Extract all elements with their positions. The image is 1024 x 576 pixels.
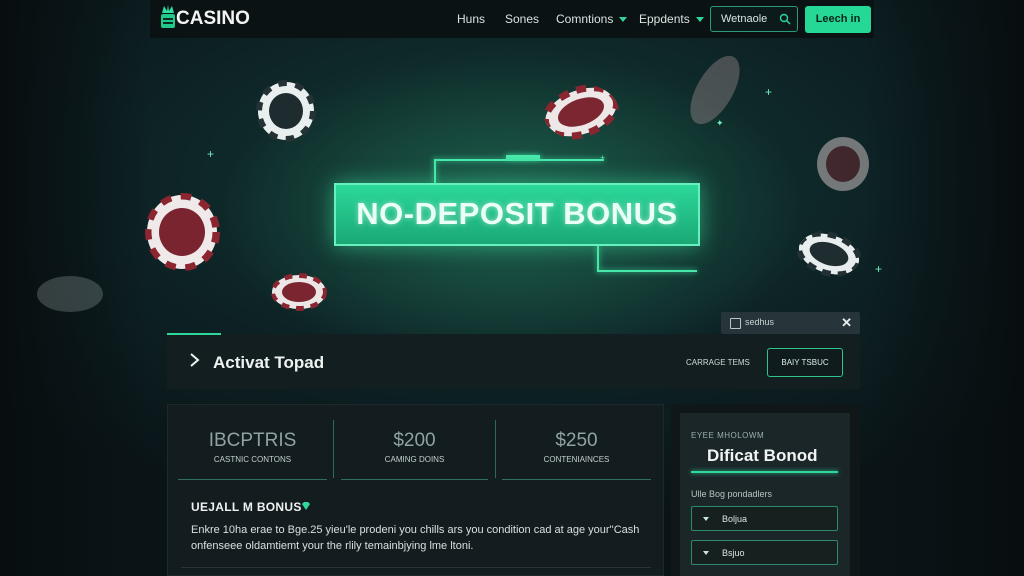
notification-text: sedhus: [745, 317, 775, 327]
gem-icon: [302, 502, 310, 510]
chevron-down-icon: [619, 17, 628, 23]
chevron-down-icon: [703, 517, 709, 521]
stat-label: CASTNIC CONTONS: [213, 455, 292, 464]
poker-chip-icon: [271, 273, 327, 311]
chevron-down-icon: [703, 551, 709, 555]
sparkle-icon: +: [207, 147, 215, 161]
stat-label: CAMING DOINS: [384, 455, 445, 464]
poker-chip-icon: [690, 55, 740, 125]
stat-value: $250: [555, 430, 598, 451]
activate-title: Activat Topad: [213, 353, 325, 372]
side-option-1[interactable]: Boljua: [691, 506, 838, 531]
poker-chip-icon: [145, 193, 220, 271]
notification-toast: sedhus ✕: [721, 312, 860, 334]
search-icon[interactable]: [779, 13, 791, 25]
side-option-label: Bsjuo: [722, 548, 745, 558]
activate-terms-link[interactable]: CARRAGE TEMS: [686, 358, 750, 367]
banner-frame-line: [434, 159, 604, 161]
activate-accent-line: [167, 333, 221, 335]
stat-divider: [495, 420, 496, 478]
logo-icon: [161, 5, 175, 28]
sparkle-icon: ✦: [716, 118, 724, 128]
bonus-title: UEJALL M BONUS: [191, 500, 302, 514]
side-panel-subtitle: Ulle Bog pondadlers: [691, 489, 773, 499]
nav-link-eppdents[interactable]: Eppdents: [639, 12, 704, 26]
nav-link-huns[interactable]: Huns: [457, 12, 485, 26]
close-icon[interactable]: ✕: [841, 315, 852, 331]
poker-chip-icon: [37, 276, 103, 312]
poker-chip-icon: [256, 80, 316, 142]
banner-frame-line: [434, 159, 436, 184]
hero-banner-title: NO-DEPOSIT BONUS: [356, 196, 678, 231]
stat-value: IBCPTRIS: [208, 430, 297, 451]
side-panel-eyebrow: EYEE MHOLOWM: [691, 431, 765, 440]
right-vignette: [864, 0, 1024, 576]
arrow-right-icon: [190, 353, 200, 367]
side-option-2[interactable]: Bsjuo: [691, 540, 838, 565]
stat-divider: [333, 420, 334, 478]
sparkle-icon: +: [875, 262, 883, 276]
divider: [181, 567, 651, 568]
search-value: Wetnaole: [721, 13, 768, 25]
search-input[interactable]: Wetnaole: [710, 6, 798, 32]
poker-chip-icon: [817, 137, 869, 191]
poker-chip-icon: [543, 84, 619, 140]
chevron-down-icon: [695, 17, 704, 23]
message-icon: [730, 318, 741, 329]
activate-button[interactable]: BAIY TSBUC: [767, 348, 843, 377]
side-panel-accent-line: [691, 471, 838, 473]
sparkle-icon: +: [765, 85, 773, 99]
banner-frame-line: [597, 270, 697, 272]
nav-link-sones[interactable]: Sones: [505, 12, 539, 26]
poker-chip-icon: [797, 230, 861, 278]
stat-label: CONTENIAINCES: [543, 455, 610, 464]
banner-frame-line: [597, 245, 599, 271]
banner-frame-line: [506, 155, 540, 159]
login-button[interactable]: Leech in: [805, 6, 871, 33]
side-panel-title: Dificat Bonod: [707, 446, 818, 465]
nav-link-comntions[interactable]: Comntions: [556, 12, 628, 26]
sparkle-icon: +: [600, 153, 606, 163]
side-option-label: Boljua: [722, 514, 748, 524]
bonus-description: Enkre 10ha erae to Bge.25 yieu'le proden…: [191, 524, 640, 552]
stat-value: $200: [393, 430, 436, 451]
logo-text[interactable]: CASINO: [176, 8, 250, 30]
